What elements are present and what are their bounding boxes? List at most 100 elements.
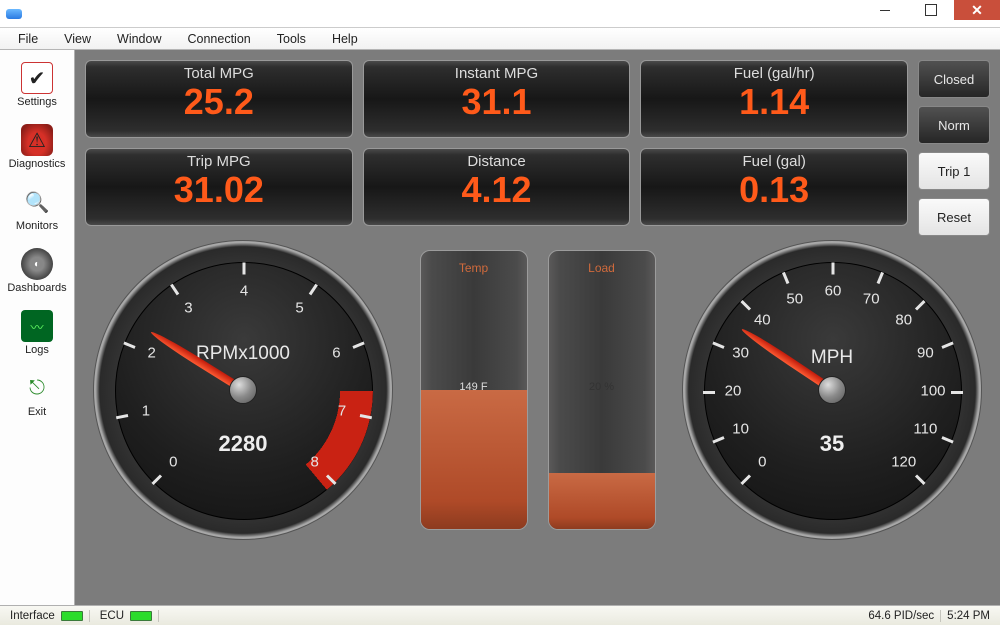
sidebar-item-dashboards[interactable]: ◐ Dashboards — [0, 248, 74, 294]
logs-icon: 〰 — [21, 310, 53, 342]
gauge-tick — [832, 263, 835, 275]
temp-bar-label: Temp — [421, 261, 527, 275]
interface-led-icon — [61, 611, 83, 621]
menu-window[interactable]: Window — [107, 30, 171, 48]
gauge-tick-label: 5 — [295, 299, 303, 316]
menu-tools[interactable]: Tools — [267, 30, 316, 48]
mph-gauge: MPH 35 0102030405060708090100110120 — [682, 240, 982, 540]
mph-gauge-title: MPH — [683, 347, 981, 369]
gauge-tick-label: 3 — [184, 299, 192, 316]
status-pid-rate: 64.6 PID/sec — [862, 610, 941, 622]
dashboards-icon: ◐ — [21, 248, 53, 280]
gauge-tick — [243, 263, 246, 275]
gauge-hub — [818, 376, 846, 404]
gauge-tick — [703, 391, 715, 394]
menu-file[interactable]: File — [8, 30, 48, 48]
right-button-column: Closed Norm Trip 1 Reset — [918, 60, 990, 236]
window-minimize-button[interactable] — [862, 0, 908, 20]
trip-select-button[interactable]: Trip 1 — [918, 152, 990, 190]
load-bar-label: Load — [549, 261, 655, 275]
menu-view[interactable]: View — [54, 30, 101, 48]
gauges-row: RPMx1000 2280 012345678 Temp 149 F Load … — [85, 240, 990, 540]
trip-reset-button[interactable]: Reset — [918, 198, 990, 236]
status-ecu-label: ECU — [100, 610, 124, 622]
gauge-tick-label: 2 — [147, 344, 155, 361]
gauge-hub — [229, 376, 257, 404]
gauge-tick-label: 120 — [891, 453, 916, 470]
gauge-tick-label: 50 — [786, 290, 803, 307]
readout-trip-mpg: Trip MPG 31.02 — [85, 148, 353, 226]
gauge-tick-label: 30 — [732, 344, 749, 361]
sidebar-item-label: Dashboards — [7, 282, 66, 294]
readout-label: Distance — [364, 153, 630, 170]
ecu-led-icon — [130, 611, 152, 621]
readout-value: 0.13 — [641, 170, 907, 210]
temp-bar-fill — [421, 390, 527, 529]
gauge-tick-label: 20 — [725, 383, 742, 400]
sidebar-item-diagnostics[interactable]: ⚠ Diagnostics — [0, 124, 74, 170]
mode-status-button[interactable]: Norm — [918, 106, 990, 144]
monitors-icon: 🔍 — [21, 186, 53, 218]
gauge-tick-label: 7 — [338, 402, 346, 419]
readout-value: 31.1 — [364, 82, 630, 122]
loop-status-button[interactable]: Closed — [918, 60, 990, 98]
status-interface-label: Interface — [10, 610, 55, 622]
gauge-tick-label: 4 — [240, 283, 248, 300]
readout-value: 1.14 — [641, 82, 907, 122]
gauge-tick — [951, 391, 963, 394]
sidebar-item-logs[interactable]: 〰 Logs — [0, 310, 74, 356]
sidebar-item-label: Logs — [25, 344, 49, 356]
menu-help[interactable]: Help — [322, 30, 368, 48]
temp-bar-value: 149 F — [421, 381, 527, 393]
sidebar-item-label: Monitors — [16, 220, 58, 232]
sidebar: ✔ Settings ⚠ Diagnostics 🔍 Monitors ◐ Da… — [0, 50, 75, 605]
readout-label: Instant MPG — [364, 65, 630, 82]
readout-fuel-rate: Fuel (gal/hr) 1.14 — [640, 60, 908, 138]
readout-label: Fuel (gal) — [641, 153, 907, 170]
window-maximize-button[interactable] — [908, 0, 954, 20]
status-bar: Interface ECU 64.6 PID/sec 5:24 PM — [0, 605, 1000, 625]
gauge-tick-label: 40 — [754, 312, 771, 329]
window-close-button[interactable] — [954, 0, 1000, 20]
sidebar-item-settings[interactable]: ✔ Settings — [0, 62, 74, 108]
app-icon — [6, 9, 22, 19]
sidebar-item-monitors[interactable]: 🔍 Monitors — [0, 186, 74, 232]
readout-label: Total MPG — [86, 65, 352, 82]
readout-total-mpg: Total MPG 25.2 — [85, 60, 353, 138]
diagnostics-icon: ⚠ — [21, 124, 53, 156]
rpm-gauge: RPMx1000 2280 012345678 — [93, 240, 393, 540]
menu-bar: File View Window Connection Tools Help — [0, 28, 1000, 50]
readout-label: Fuel (gal/hr) — [641, 65, 907, 82]
gauge-tick-label: 8 — [311, 453, 319, 470]
load-bar-value: 20 % — [549, 381, 655, 393]
readout-instant-mpg: Instant MPG 31.1 — [363, 60, 631, 138]
exit-icon: ⎋ — [21, 372, 53, 404]
gauge-tick-label: 90 — [917, 344, 934, 361]
readout-value: 25.2 — [86, 82, 352, 122]
gauge-tick-label: 10 — [732, 421, 749, 438]
readout-value: 31.02 — [86, 170, 352, 210]
temp-bar-gauge: Temp 149 F — [420, 250, 528, 530]
load-bar-gauge: Load 20 % — [548, 250, 656, 530]
gauge-tick-label: 110 — [913, 421, 937, 438]
readout-distance: Distance 4.12 — [363, 148, 631, 226]
rpm-gauge-title: RPMx1000 — [94, 343, 392, 365]
menu-connection[interactable]: Connection — [178, 30, 261, 48]
gauge-tick-label: 6 — [332, 344, 340, 361]
window-titlebar — [0, 0, 1000, 28]
sidebar-item-exit[interactable]: ⎋ Exit — [0, 372, 74, 418]
status-interface: Interface — [4, 610, 90, 622]
gauge-tick-label: 1 — [142, 402, 150, 419]
gauge-tick-label: 60 — [825, 283, 842, 300]
gauge-tick-label: 100 — [920, 383, 945, 400]
readout-fuel-used: Fuel (gal) 0.13 — [640, 148, 908, 226]
gauge-tick-label: 0 — [758, 453, 766, 470]
sidebar-item-label: Exit — [28, 406, 46, 418]
settings-icon: ✔ — [21, 62, 53, 94]
sidebar-item-label: Diagnostics — [9, 158, 66, 170]
gauge-tick-label: 0 — [169, 453, 177, 470]
status-ecu: ECU — [94, 610, 159, 622]
gauge-tick-label: 80 — [895, 312, 912, 329]
dashboard-panel: Total MPG 25.2 Instant MPG 31.1 Fuel (ga… — [75, 50, 1000, 605]
gauge-tick-label: 70 — [863, 290, 880, 307]
